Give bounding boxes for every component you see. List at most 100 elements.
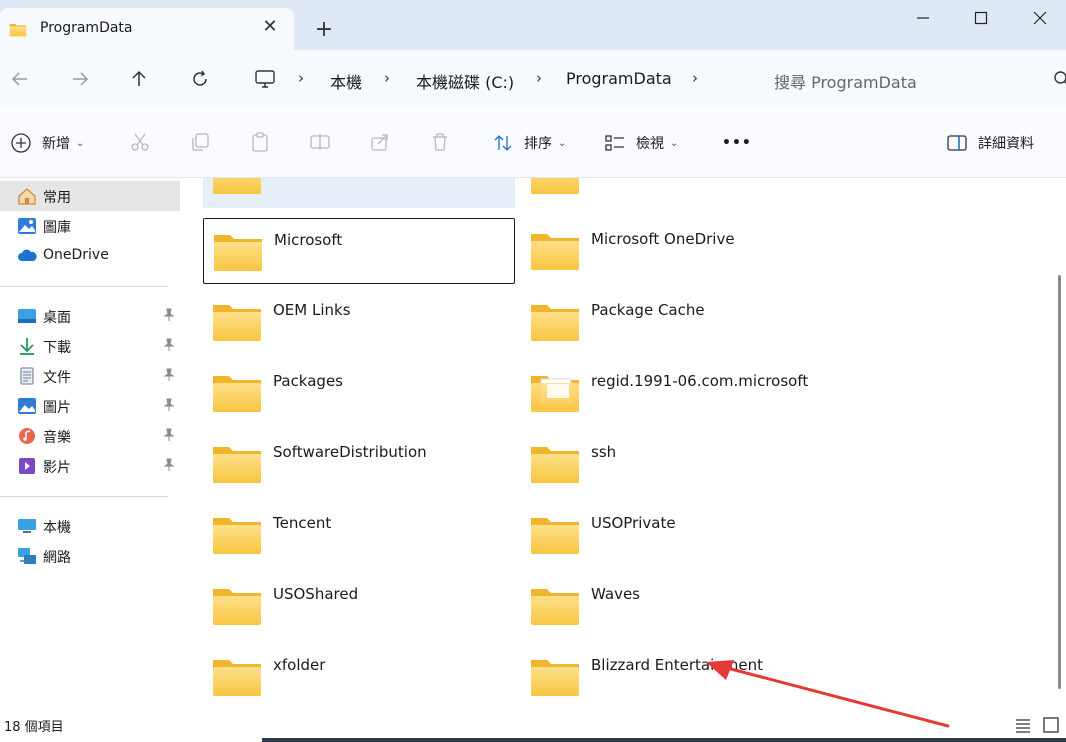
- pin-icon[interactable]: [162, 308, 176, 322]
- sidebar-divider: [0, 496, 168, 497]
- cut-button[interactable]: [128, 130, 152, 154]
- breadcrumb-this-pc[interactable]: 本機: [330, 69, 362, 93]
- folder-item[interactable]: Packages: [203, 360, 515, 426]
- search-input[interactable]: 搜尋 ProgramData: [758, 60, 1066, 98]
- sidebar-item-music[interactable]: 音樂: [0, 421, 180, 451]
- folder-item[interactable]: regid.1991-06.com.microsoft: [521, 360, 833, 426]
- sidebar-item-downloads[interactable]: 下載: [0, 331, 180, 361]
- sidebar-item-desktop[interactable]: 桌面: [0, 301, 180, 331]
- chevron-right-icon[interactable]: ›: [298, 69, 304, 87]
- folder-icon: [529, 512, 581, 556]
- folder-item[interactable]: [203, 178, 515, 208]
- rename-button[interactable]: [308, 130, 332, 154]
- pin-icon[interactable]: [162, 398, 176, 412]
- video-icon: [19, 458, 35, 474]
- chevron-right-icon[interactable]: ›: [384, 69, 390, 87]
- pin-icon[interactable]: [162, 338, 176, 352]
- pin-icon[interactable]: [162, 368, 176, 382]
- new-button[interactable]: 新增 ⌄: [10, 130, 84, 156]
- folder-item[interactable]: OEM Links: [203, 289, 515, 355]
- close-icon[interactable]: ✕: [260, 17, 280, 37]
- maximize-button[interactable]: [966, 6, 996, 30]
- sidebar-item-pictures[interactable]: 圖片: [0, 391, 180, 421]
- gallery-icon: [18, 218, 36, 234]
- chevron-right-icon[interactable]: ›: [692, 69, 698, 87]
- folder-item[interactable]: Package Cache: [521, 289, 833, 355]
- sidebar-item-this-pc[interactable]: 本機: [0, 511, 180, 541]
- tiles-view-icon[interactable]: [1042, 716, 1060, 734]
- folder-item[interactable]: Waves: [521, 573, 833, 639]
- minimize-button[interactable]: [908, 6, 938, 30]
- sidebar-item-documents[interactable]: 文件: [0, 361, 180, 391]
- clipboard-icon: [252, 132, 268, 152]
- folder-icon: [211, 441, 263, 485]
- details-view-icon[interactable]: [1014, 716, 1032, 734]
- folder-item[interactable]: USOPrivate: [521, 502, 833, 568]
- up-button[interactable]: [126, 66, 152, 92]
- window-close-button[interactable]: [1025, 6, 1055, 30]
- scissors-icon: [131, 133, 149, 151]
- cloud-icon: [18, 249, 37, 261]
- pin-icon[interactable]: [162, 428, 176, 442]
- sidebar-item-videos[interactable]: 影片: [0, 451, 180, 481]
- chevron-right-icon[interactable]: ›: [536, 69, 542, 87]
- folder-item[interactable]: Microsoft: [203, 218, 515, 284]
- pin-icon[interactable]: [162, 458, 176, 472]
- sidebar-item-gallery[interactable]: 圖庫: [0, 211, 180, 241]
- share-button[interactable]: [368, 130, 392, 154]
- folder-icon: [8, 22, 28, 37]
- address-bar[interactable]: › 本機 › 本機磁碟 (C:) › ProgramData ›: [246, 60, 742, 98]
- chevron-down-icon: ⌄: [76, 137, 85, 149]
- folder-icon: [529, 583, 581, 627]
- view-icon: [605, 135, 624, 151]
- folder-icon: [529, 654, 581, 698]
- sidebar-item-network[interactable]: 網路: [0, 541, 180, 571]
- vertical-scrollbar[interactable]: [1057, 178, 1063, 708]
- folder-item[interactable]: Microsoft OneDrive: [521, 218, 833, 284]
- breadcrumb-local-disk[interactable]: 本機磁碟 (C:): [416, 69, 514, 93]
- scrollbar-thumb[interactable]: [1058, 275, 1061, 689]
- sidebar-item-label: 圖片: [43, 400, 71, 416]
- sort-button[interactable]: 排序 ⌄: [492, 130, 566, 156]
- sidebar-item-label: 文件: [43, 370, 71, 386]
- music-icon: [19, 428, 35, 444]
- folder-icon: [211, 178, 263, 196]
- sidebar-item-onedrive[interactable]: OneDrive: [0, 241, 180, 271]
- folder-icon: [529, 178, 581, 196]
- navigation-pane: 常用 圖庫 OneDrive 桌面 下載 文件 圖片 音樂 影片 本機 網路: [0, 178, 186, 708]
- back-button[interactable]: [7, 66, 33, 92]
- sidebar-item-home[interactable]: 常用: [0, 181, 180, 211]
- folder-icon: [212, 229, 264, 273]
- folder-icon: [529, 228, 581, 272]
- new-label: 新增: [42, 136, 70, 152]
- folder-item[interactable]: ssh: [521, 431, 833, 497]
- sort-icon: [494, 135, 512, 151]
- search-icon[interactable]: [1053, 70, 1066, 88]
- paste-button[interactable]: [248, 130, 272, 154]
- folder-item[interactable]: USOShared: [203, 573, 515, 639]
- folder-item[interactable]: Tencent: [203, 502, 515, 568]
- sidebar-item-label: 網路: [43, 550, 71, 566]
- folder-with-document-icon: [529, 370, 581, 414]
- forward-button[interactable]: [67, 66, 93, 92]
- tab-programdata[interactable]: ProgramData ✕: [0, 8, 294, 50]
- more-options-button[interactable]: •••: [722, 130, 752, 156]
- folder-item[interactable]: SoftwareDistribution: [203, 431, 515, 497]
- folder-icon: [529, 299, 581, 343]
- delete-button[interactable]: [428, 130, 452, 154]
- computer-icon: [255, 70, 275, 88]
- navigation-bar: › 本機 › 本機磁碟 (C:) › ProgramData › 搜尋 Prog…: [0, 50, 1066, 108]
- plus-icon[interactable]: +: [312, 18, 336, 42]
- details-pane-button[interactable]: 詳細資料: [946, 130, 1034, 156]
- folder-item[interactable]: Blizzard Entertainment: [521, 644, 833, 708]
- folder-item[interactable]: xfolder: [203, 644, 515, 708]
- breadcrumb-programdata[interactable]: ProgramData: [566, 69, 672, 88]
- sidebar-item-label: 本機: [43, 520, 71, 536]
- tab-title: ProgramData: [40, 20, 133, 36]
- folder-item[interactable]: [521, 178, 833, 208]
- view-button[interactable]: 檢視 ⌄: [604, 130, 678, 156]
- copy-button[interactable]: [188, 130, 212, 154]
- refresh-button[interactable]: [187, 66, 213, 92]
- search-placeholder: 搜尋 ProgramData: [774, 73, 917, 92]
- folder-name: USOPrivate: [591, 514, 676, 532]
